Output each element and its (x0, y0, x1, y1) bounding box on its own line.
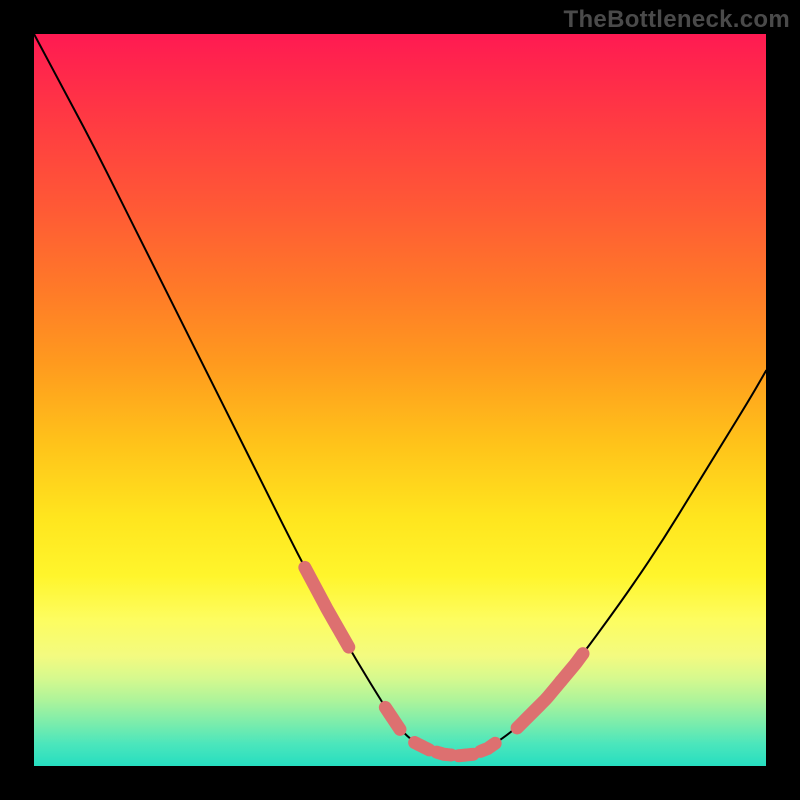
curve-marker-segment (481, 743, 496, 751)
bottleneck-curve (34, 34, 766, 755)
chart-stage: TheBottleneck.com (0, 0, 800, 800)
curve-marker-segment (561, 654, 583, 681)
watermark-text: TheBottleneck.com (564, 6, 790, 34)
curve-marker-segment (385, 707, 400, 729)
curve-marker-segment (459, 754, 474, 755)
curve-marker-segment (517, 681, 561, 728)
curve-layer (34, 34, 766, 766)
curve-markers (305, 567, 583, 755)
curve-marker-segment (415, 743, 430, 750)
curve-marker-segment (437, 752, 452, 755)
curve-marker-segment (305, 567, 349, 647)
